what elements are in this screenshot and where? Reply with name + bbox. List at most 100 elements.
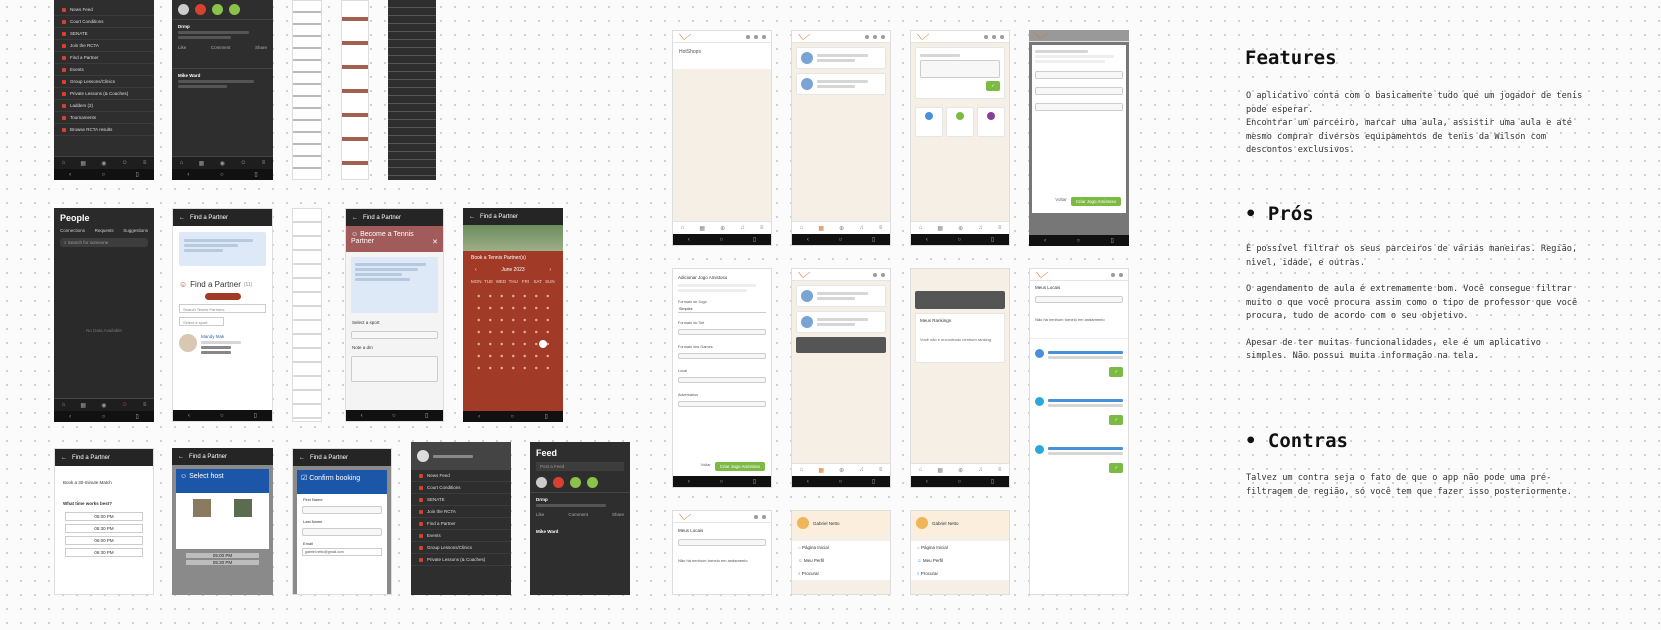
post-composer[interactable]: ✓ [915, 47, 1005, 99]
time-slot[interactable]: 05:00 PM [186, 553, 259, 558]
add-icon[interactable]: ⊕ [958, 225, 963, 232]
set-select[interactable] [678, 329, 766, 335]
people-search[interactable]: ⌕ Search for someone [60, 238, 148, 247]
tournament-item[interactable]: ✓ [1030, 387, 1128, 435]
submit-button[interactable]: Criar Jogo Amistoso [714, 462, 765, 471]
time-slot[interactable]: 05:30 PM [186, 560, 259, 565]
back-icon[interactable]: ‹ [926, 479, 928, 485]
people-icon[interactable]: ☺ [122, 160, 128, 166]
shop-icon[interactable] [553, 477, 564, 488]
home-icon[interactable]: ⌂ [919, 225, 923, 231]
time-slot[interactable]: 05:30 PM [65, 524, 143, 533]
join-button[interactable]: ✓ [1109, 463, 1123, 473]
home-icon[interactable]: ⌂ [800, 467, 804, 473]
menu-item[interactable]: Find a Partner [411, 518, 511, 530]
share-button[interactable]: Share [612, 512, 624, 517]
menu-item[interactable]: Tournaments [54, 112, 154, 124]
profile-item[interactable]: ⌕ Procurar [792, 567, 890, 580]
bell-icon[interactable]: ♫ [978, 467, 983, 473]
calendar-icon[interactable]: ▦ [818, 225, 824, 232]
home-circle-icon[interactable]: ○ [102, 414, 106, 420]
menu-item[interactable]: Private Lessons (& Coaches) [54, 88, 154, 100]
menu-item[interactable]: Join the RCTA [411, 506, 511, 518]
host-avatar[interactable] [233, 499, 252, 517]
like-button[interactable]: Like [536, 512, 544, 517]
back-arrow-icon[interactable]: ← [299, 455, 305, 461]
avatar[interactable] [417, 450, 429, 462]
people-icon[interactable]: ☺ [240, 160, 246, 166]
back-arrow-icon[interactable]: ← [469, 214, 475, 220]
recent-icon[interactable]: ▯ [254, 412, 257, 419]
email-input[interactable]: gabriel.netto@gmail.com [302, 548, 382, 556]
back-icon[interactable]: ‹ [807, 237, 809, 243]
back-icon[interactable]: ‹ [688, 479, 690, 485]
calendar-icon[interactable]: ▦ [937, 225, 943, 232]
menu-item[interactable]: Events [54, 64, 154, 76]
filter-field[interactable] [1035, 87, 1123, 95]
bell-icon[interactable]: ♫ [978, 225, 983, 231]
games-select[interactable] [678, 353, 766, 359]
recent-icon[interactable]: ▯ [1110, 237, 1113, 244]
rankings-card[interactable]: Meus Rankings Você não é encontrado nenh… [915, 313, 1005, 363]
calendar-icon[interactable]: ▦ [699, 225, 705, 232]
home-icon[interactable]: ⌂ [62, 160, 66, 166]
tennis-icon[interactable]: ◉ [101, 402, 106, 409]
menu-icon[interactable]: ≡ [143, 402, 147, 408]
tab-connections[interactable]: Connections [60, 228, 85, 233]
home-icon[interactable]: ⌂ [681, 225, 685, 231]
bell-icon[interactable]: ♫ [740, 225, 745, 231]
menu-icon[interactable]: ≡ [998, 225, 1002, 231]
home-icon[interactable]: ⌂ [62, 402, 66, 408]
back-icon[interactable]: ‹ [688, 237, 690, 243]
bell-icon[interactable]: ♫ [859, 225, 864, 231]
comment-button[interactable]: Comment [568, 512, 588, 517]
tab-suggestions[interactable]: Suggestions [123, 228, 148, 233]
selected-day[interactable] [539, 340, 547, 348]
share-button[interactable]: Share [255, 45, 267, 50]
home-circle-icon[interactable]: ○ [220, 172, 224, 178]
notification-card[interactable] [796, 73, 886, 95]
time-slot[interactable]: 06:30 PM [65, 548, 143, 557]
back-icon[interactable]: ‹ [69, 414, 71, 420]
back-icon[interactable]: ‹ [1044, 238, 1046, 244]
calendar-grid[interactable] [473, 290, 553, 374]
locais-search[interactable] [1035, 296, 1123, 303]
home-circle-icon[interactable]: ○ [392, 413, 396, 419]
host-avatar[interactable] [193, 499, 212, 517]
menu-icon[interactable]: ≡ [998, 467, 1002, 473]
prev-month-icon[interactable]: ‹ [475, 267, 477, 273]
avatar[interactable] [536, 477, 547, 488]
notification-card[interactable] [796, 285, 886, 307]
recent-icon[interactable]: ▯ [991, 478, 994, 485]
join-button[interactable]: ✓ [1109, 367, 1123, 377]
menu-item[interactable]: Find a Partner [54, 52, 154, 64]
recent-icon[interactable]: ▯ [544, 413, 547, 420]
recent-icon[interactable]: ▯ [135, 171, 138, 178]
next-month-icon[interactable]: › [549, 267, 551, 273]
profile-item[interactable]: ☺ Meu Perfil [911, 554, 1009, 567]
partner-card[interactable]: Mandy Mak [179, 334, 266, 356]
menu-item[interactable]: News Feed [411, 470, 511, 482]
menu-item[interactable]: Group Lessons/Clinics [411, 542, 511, 554]
back-arrow-icon[interactable]: ← [352, 215, 358, 221]
shortcut-card[interactable] [946, 107, 974, 137]
calendar-icon[interactable]: ▦ [937, 467, 943, 474]
back-icon[interactable]: ‹ [361, 413, 363, 419]
tab-requests[interactable]: Requests [95, 228, 114, 233]
like-button[interactable]: Like [178, 45, 186, 50]
home-icon[interactable]: ⌂ [800, 225, 804, 231]
notification-card[interactable] [796, 47, 886, 69]
home-circle-icon[interactable]: ○ [511, 414, 515, 420]
recent-icon[interactable]: ▯ [753, 478, 756, 485]
sport-field[interactable] [351, 331, 438, 339]
home-circle-icon[interactable]: ○ [839, 479, 843, 485]
publish-button[interactable]: ✓ [986, 81, 1000, 91]
opponents-select[interactable] [678, 401, 766, 407]
last-name-input[interactable] [302, 528, 382, 536]
post-input[interactable]: Post a Feed [536, 462, 624, 471]
menu-icon[interactable]: ≡ [760, 225, 764, 231]
back-arrow-icon[interactable]: ← [178, 454, 184, 460]
back-arrow-icon[interactable]: ← [61, 455, 67, 461]
news-icon[interactable] [229, 4, 240, 15]
tennis-icon[interactable]: ◉ [220, 160, 225, 167]
